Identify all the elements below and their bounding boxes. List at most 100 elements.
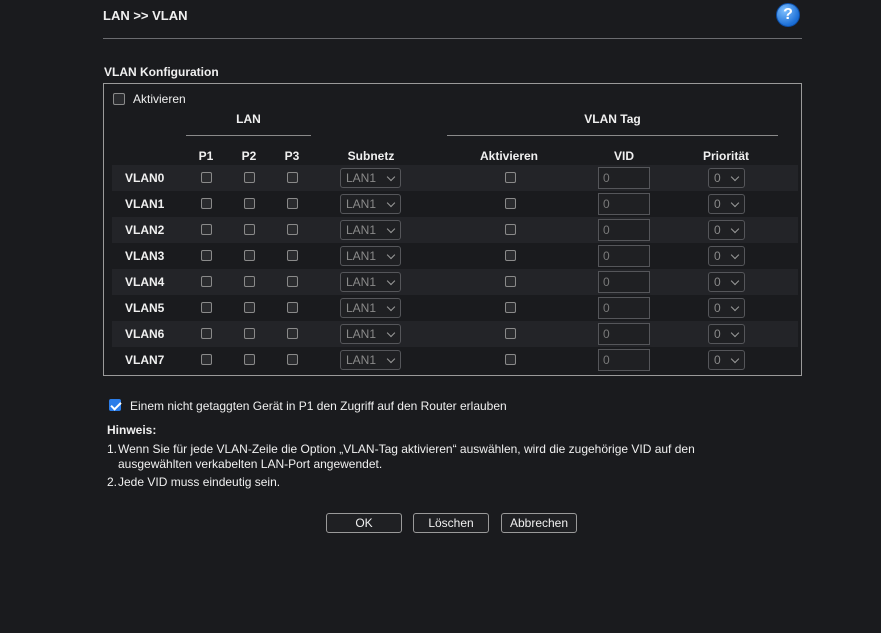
note-1-line-1: Wenn Sie für jede VLAN-Zeile die Option … (118, 442, 695, 456)
p1-checkbox[interactable] (201, 250, 212, 261)
tag-enable-checkbox[interactable] (505, 198, 516, 209)
p3-checkbox[interactable] (287, 224, 298, 235)
help-icon[interactable]: ? (776, 3, 800, 27)
col-header-p3: P3 (284, 149, 300, 163)
vid-input[interactable]: 0 (598, 167, 650, 189)
vid-input[interactable]: 0 (598, 219, 650, 241)
group-title-lan: LAN (236, 112, 261, 126)
p1-checkbox[interactable] (201, 198, 212, 209)
subnet-select[interactable]: LAN1 (340, 350, 401, 370)
p1-checkbox[interactable] (201, 172, 212, 183)
subnet-select[interactable]: LAN1 (340, 194, 401, 214)
group-divider-vlan-tag (447, 135, 778, 136)
p2-checkbox[interactable] (244, 276, 255, 287)
p3-checkbox[interactable] (287, 198, 298, 209)
p1-checkbox[interactable] (201, 328, 212, 339)
section-title: VLAN Konfiguration (104, 65, 219, 79)
ok-button[interactable]: OK (326, 513, 402, 533)
notes-title: Hinweis: (107, 423, 157, 437)
tag-enable-checkbox[interactable] (505, 354, 516, 365)
vid-input[interactable]: 0 (598, 323, 650, 345)
p3-checkbox[interactable] (287, 172, 298, 183)
priority-value: 0 (714, 327, 721, 341)
row-label: VLAN0 (125, 171, 165, 185)
chevron-down-icon (730, 328, 740, 338)
p1-checkbox[interactable] (201, 302, 212, 313)
vid-input[interactable]: 0 (598, 297, 650, 319)
subnet-select[interactable]: LAN1 (340, 246, 401, 266)
subnet-value: LAN1 (346, 353, 377, 367)
row-label: VLAN5 (125, 301, 165, 315)
table-row: VLAN4 LAN1 0 0 (112, 269, 798, 295)
p1-checkbox[interactable] (201, 276, 212, 287)
subnet-select[interactable]: LAN1 (340, 168, 401, 188)
subnet-select[interactable]: LAN1 (340, 220, 401, 240)
subnet-select[interactable]: LAN1 (340, 298, 401, 318)
col-header-vid: VID (613, 149, 634, 163)
vid-input[interactable]: 0 (598, 349, 650, 371)
vlan-enable-checkbox[interactable] (113, 93, 125, 105)
subnet-value: LAN1 (346, 197, 377, 211)
chevron-down-icon (730, 224, 740, 234)
note-1-line-2: ausgewählten verkabelten LAN-Port angewe… (118, 457, 383, 471)
priority-select[interactable]: 0 (708, 194, 745, 214)
cancel-button[interactable]: Abbrechen (501, 513, 577, 533)
col-header-tag-enable: Aktivieren (479, 149, 539, 163)
tag-enable-checkbox[interactable] (505, 224, 516, 235)
chevron-down-icon (386, 328, 396, 338)
priority-select[interactable]: 0 (708, 298, 745, 318)
group-divider-lan (186, 135, 311, 136)
chevron-down-icon (386, 172, 396, 182)
tag-enable-checkbox[interactable] (505, 172, 516, 183)
vid-input[interactable]: 0 (598, 245, 650, 267)
subnet-select[interactable]: LAN1 (340, 272, 401, 292)
chevron-down-icon (730, 302, 740, 312)
chevron-down-icon (730, 250, 740, 260)
tag-enable-checkbox[interactable] (505, 328, 516, 339)
priority-select[interactable]: 0 (708, 272, 745, 292)
p1-checkbox[interactable] (201, 354, 212, 365)
priority-value: 0 (714, 197, 721, 211)
p2-checkbox[interactable] (244, 302, 255, 313)
subnet-select[interactable]: LAN1 (340, 324, 401, 344)
p3-checkbox[interactable] (287, 276, 298, 287)
priority-value: 0 (714, 223, 721, 237)
tag-enable-checkbox[interactable] (505, 250, 516, 261)
chevron-down-icon (730, 276, 740, 286)
p2-checkbox[interactable] (244, 250, 255, 261)
vlan-config-panel: Aktivieren LAN VLAN Tag P1 P2 P3 Subnetz… (103, 83, 802, 376)
p2-checkbox[interactable] (244, 328, 255, 339)
priority-select[interactable]: 0 (708, 350, 745, 370)
priority-value: 0 (714, 249, 721, 263)
p1-access-checkbox[interactable] (109, 399, 121, 411)
p1-access-label: Einem nicht getaggten Gerät in P1 den Zu… (130, 399, 507, 413)
p2-checkbox[interactable] (244, 198, 255, 209)
vlan-enable-label: Aktivieren (133, 92, 186, 106)
tag-enable-checkbox[interactable] (505, 276, 516, 287)
vid-input[interactable]: 0 (598, 271, 650, 293)
p3-checkbox[interactable] (287, 354, 298, 365)
vid-input[interactable]: 0 (598, 193, 650, 215)
note-1-number: 1. (107, 442, 118, 456)
page-header: LAN >> VLAN ? (103, 0, 802, 39)
col-header-p2: P2 (241, 149, 257, 163)
priority-select[interactable]: 0 (708, 324, 745, 344)
p3-checkbox[interactable] (287, 250, 298, 261)
col-header-p1: P1 (198, 149, 214, 163)
p2-checkbox[interactable] (244, 224, 255, 235)
p3-checkbox[interactable] (287, 302, 298, 313)
p1-checkbox[interactable] (201, 224, 212, 235)
p3-checkbox[interactable] (287, 328, 298, 339)
p2-checkbox[interactable] (244, 172, 255, 183)
priority-select[interactable]: 0 (708, 246, 745, 266)
table-row: VLAN1 LAN1 0 0 (112, 191, 798, 217)
priority-select[interactable]: 0 (708, 220, 745, 240)
priority-select[interactable]: 0 (708, 168, 745, 188)
row-label: VLAN4 (125, 275, 165, 289)
p2-checkbox[interactable] (244, 354, 255, 365)
note-2-text: Jede VID muss eindeutig sein. (118, 475, 281, 489)
subnet-value: LAN1 (346, 171, 377, 185)
tag-enable-checkbox[interactable] (505, 302, 516, 313)
clear-button[interactable]: Löschen (413, 513, 489, 533)
table-row: VLAN6 LAN1 0 0 (112, 321, 798, 347)
